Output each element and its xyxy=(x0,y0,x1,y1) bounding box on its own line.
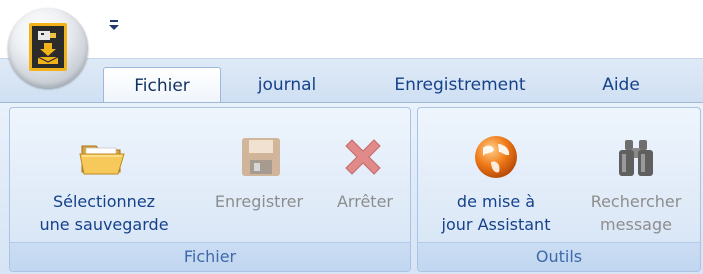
search-message-label-line1: Rechercher xyxy=(590,192,682,211)
search-message-label-line2: message xyxy=(600,215,672,234)
binoculars-icon xyxy=(619,140,653,176)
update-wizard-label-line2: jour Assistant xyxy=(441,215,551,234)
search-message-label: Rechercher message xyxy=(574,190,698,236)
select-backup-label-line2: une sauvegarde xyxy=(39,215,169,234)
folder-icon xyxy=(79,145,125,175)
group-fichier: Sélectionnez une sauvegarde Enregistrer … xyxy=(9,107,411,272)
search-message-button[interactable]: Rechercher message xyxy=(574,108,698,245)
red-x-icon xyxy=(345,139,381,175)
update-wizard-label: de mise à jour Assistant xyxy=(422,190,570,236)
stop-label: Arrêter xyxy=(336,192,393,211)
select-backup-label-line1: Sélectionnez xyxy=(52,192,156,211)
globe-icon xyxy=(475,136,517,178)
ribbon-tab-bar: Fichier journal Enregistrement Aide xyxy=(0,58,703,105)
group-outils-label: Outils xyxy=(418,242,700,271)
select-backup-button[interactable]: Sélectionnez une sauvegarde xyxy=(12,108,196,245)
tab-aide[interactable]: Aide xyxy=(576,67,666,103)
app-logo-icon xyxy=(29,23,67,71)
save-label: Enregistrer xyxy=(214,192,304,211)
tab-fichier[interactable]: Fichier xyxy=(103,67,221,105)
tab-journal[interactable]: journal xyxy=(228,67,346,103)
application-button[interactable] xyxy=(8,8,88,88)
tab-enregistrement[interactable]: Enregistrement xyxy=(365,67,555,103)
update-wizard-label-line1: de mise à xyxy=(456,192,536,211)
ribbon-panel: Sélectionnez une sauvegarde Enregistrer … xyxy=(0,102,703,274)
save-button[interactable]: Enregistrer xyxy=(198,108,320,245)
group-outils: de mise à jour Assistant Rechercher mess… xyxy=(417,107,701,272)
stop-button[interactable]: Arrêter xyxy=(322,108,408,245)
select-backup-label: Sélectionnez une sauvegarde xyxy=(12,190,196,236)
save-disk-icon xyxy=(242,138,280,176)
quick-access-toolbar xyxy=(0,0,703,58)
group-fichier-label: Fichier xyxy=(10,242,410,271)
customize-quick-access-icon[interactable] xyxy=(108,18,120,32)
update-wizard-button[interactable]: de mise à jour Assistant xyxy=(422,108,570,245)
